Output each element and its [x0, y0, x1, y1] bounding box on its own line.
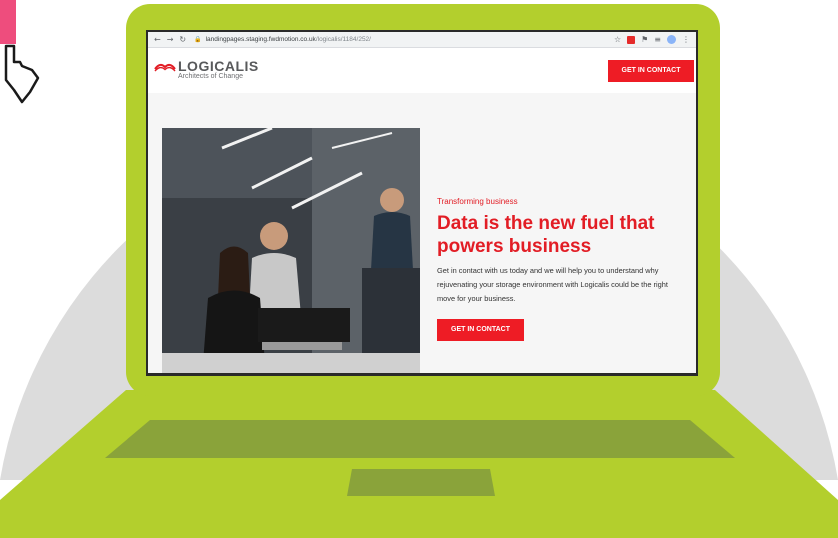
logo-wordmark: LOGICALIS	[178, 58, 259, 74]
hero-text-block: Transforming business Data is the new fu…	[437, 197, 687, 341]
hero-headline: Data is the new fuel that powers busines…	[437, 213, 655, 257]
reload-icon[interactable]: ↻	[179, 35, 186, 44]
url-path: /logicalis/1184/252/	[315, 36, 371, 43]
more-icon[interactable]: ⋮	[682, 35, 690, 44]
star-icon[interactable]: ☆	[614, 35, 621, 44]
site-header: LOGICALIS Architects of Change GET IN CO…	[148, 48, 696, 93]
hero-eyebrow: Transforming business	[437, 197, 518, 206]
laptop-trackpad	[347, 469, 495, 496]
office-team-photo	[162, 128, 420, 373]
hand-pointer-icon	[0, 0, 40, 104]
arrow-right-icon[interactable]: →	[167, 35, 174, 44]
arrow-left-icon[interactable]: ←	[154, 35, 161, 44]
media-icon[interactable]: ≡	[654, 35, 661, 44]
profile-avatar[interactable]	[667, 35, 676, 44]
extension-tray: ☆ ⚑ ≡ ⋮	[614, 35, 690, 44]
address-bar[interactable]: 🔒 landingpages.staging.fwdmotion.co.uk/l…	[194, 36, 371, 43]
extension-icon[interactable]	[627, 35, 636, 44]
logicalis-logo[interactable]: LOGICALIS Architects of Change	[154, 58, 259, 80]
logo-mark-icon	[154, 63, 176, 71]
puzzle-icon[interactable]: ⚑	[641, 35, 648, 44]
laptop-keyboard-area	[105, 420, 735, 458]
logo-tagline: Architects of Change	[178, 73, 243, 80]
browser-toolbar: ← → ↻ 🔒 landingpages.staging.fwdmotion.c…	[148, 32, 696, 48]
header-get-in-contact-button[interactable]: GET IN CONTACT	[608, 60, 694, 82]
lock-icon: 🔒	[194, 36, 202, 43]
laptop-base	[0, 390, 838, 538]
url-host: landingpages.staging.fwdmotion.co.uk	[205, 36, 316, 43]
hero-body-copy: Get in contact with us today and we will…	[437, 266, 668, 303]
landing-page: LOGICALIS Architects of Change GET IN CO…	[148, 48, 696, 373]
illustration-stage: ← → ↻ 🔒 landingpages.staging.fwdmotion.c…	[0, 0, 838, 538]
hero-get-in-contact-button[interactable]: GET IN CONTACT	[437, 319, 524, 341]
